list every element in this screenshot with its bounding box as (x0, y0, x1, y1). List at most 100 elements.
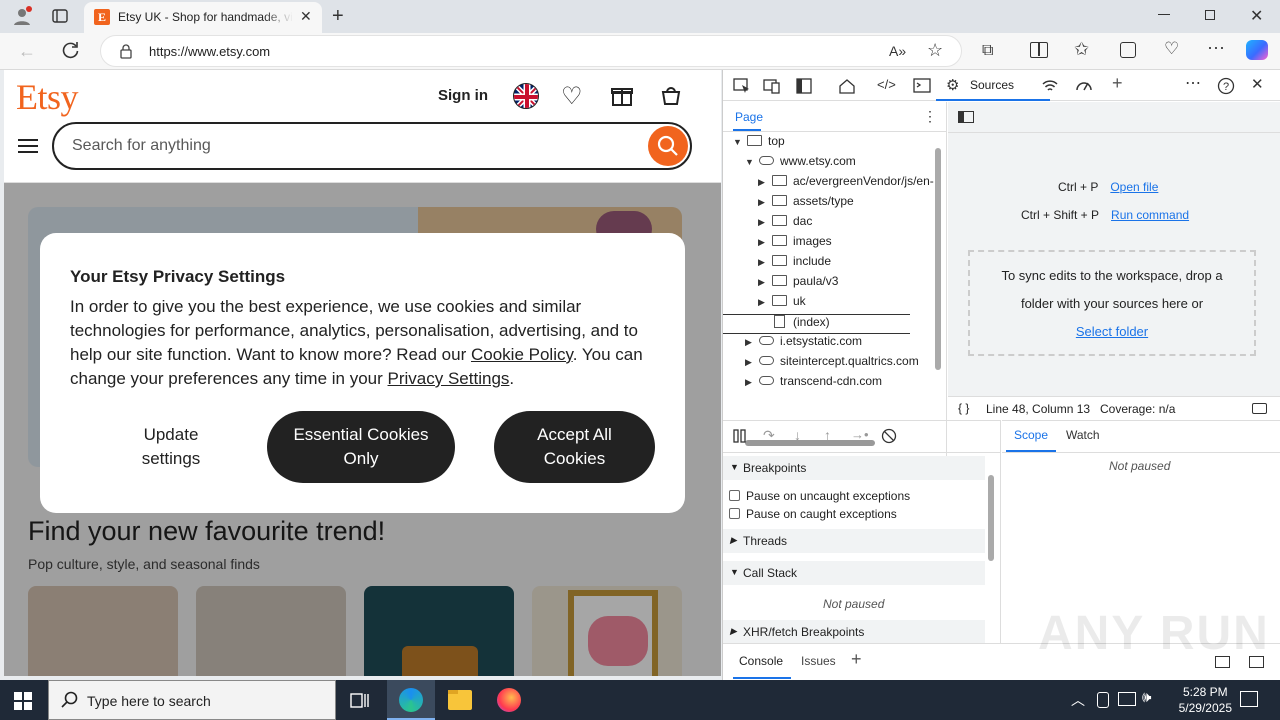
new-tab-button[interactable]: + (332, 5, 344, 28)
collapse-arrow-icon[interactable]: ▶ (758, 277, 770, 288)
notifications-icon[interactable] (1240, 691, 1258, 707)
step-over-icon[interactable]: ↷ (763, 427, 775, 444)
tab-issues[interactable]: Issues (801, 654, 836, 668)
restore-icon[interactable] (1205, 10, 1215, 20)
close-window-icon[interactable]: ✕ (1250, 6, 1263, 26)
browser-essentials-icon[interactable]: ♡ (1164, 39, 1179, 59)
expand-arrow-icon[interactable]: ▼ (733, 137, 745, 147)
favorite-star-icon[interactable]: ☆ (927, 40, 943, 61)
performance-icon[interactable] (1075, 77, 1093, 95)
favorites-icon[interactable]: ✩ (1074, 39, 1089, 60)
collapse-arrow-icon[interactable]: ▶ (758, 177, 770, 188)
pause-uncaught-checkbox[interactable]: Pause on uncaught exceptions (729, 489, 910, 503)
help-icon[interactable]: ? (1217, 77, 1235, 95)
step-out-icon[interactable]: ↑ (824, 427, 831, 443)
toggle-navigator-icon[interactable] (958, 111, 974, 123)
cart-icon[interactable] (660, 84, 682, 106)
tree-item[interactable]: ▶ paula/v3 (758, 274, 838, 294)
collapse-arrow-icon[interactable]: ▶ (758, 197, 770, 208)
collections-icon[interactable] (1120, 42, 1136, 58)
network-tray-icon[interactable] (1118, 692, 1136, 706)
inspect-element-icon[interactable] (733, 77, 751, 95)
more-tabs-plus-icon[interactable]: + (1112, 73, 1130, 93)
close-devtools-icon[interactable]: ✕ (1251, 75, 1269, 93)
tree-scrollbar[interactable] (935, 148, 941, 370)
start-windows-icon[interactable] (14, 692, 32, 710)
pause-caught-checkbox[interactable]: Pause on caught exceptions (729, 507, 897, 521)
hamburger-menu-icon[interactable] (18, 138, 38, 154)
breakpoints-section[interactable]: ▼ Breakpoints (723, 456, 985, 480)
tab-watch[interactable]: Watch (1066, 428, 1100, 442)
expand-arrow-icon[interactable]: ▼ (745, 157, 757, 167)
collapse-arrow-icon[interactable]: ▶ (745, 357, 757, 368)
console-tab-icon[interactable] (913, 77, 931, 95)
url-bar[interactable]: https://www.etsy.com A» ☆ (100, 35, 962, 67)
back-icon[interactable]: ← (18, 41, 36, 62)
file-explorer-icon[interactable] (448, 690, 472, 710)
pause-resume-icon[interactable] (733, 429, 747, 443)
extensions-icon[interactable]: ⧉ (982, 42, 993, 60)
copilot-icon[interactable] (1246, 40, 1268, 60)
gift-icon[interactable] (611, 84, 633, 106)
collapse-arrow-icon[interactable]: ▶ (745, 337, 757, 348)
refresh-icon[interactable] (62, 41, 80, 59)
pretty-print-button[interactable]: { } (958, 401, 969, 415)
threads-section[interactable]: ▶ Threads (723, 529, 985, 553)
dock-side-icon[interactable] (795, 77, 813, 95)
edge-taskbar-icon[interactable] (387, 680, 435, 720)
browser-tab-etsy[interactable]: E Etsy UK - Shop for handmade, vintage ✕ (84, 2, 322, 33)
run-command-link[interactable]: Run command (1111, 208, 1189, 222)
step-into-icon[interactable]: ↓ (794, 427, 801, 443)
tree-item[interactable]: ▶ images (758, 234, 832, 254)
essential-cookies-button[interactable]: Essential Cookies Only (267, 411, 455, 483)
read-aloud-icon[interactable]: A» (889, 43, 906, 59)
welcome-home-icon[interactable] (838, 77, 856, 95)
show-hidden-icons[interactable]: ︿ (1071, 690, 1085, 710)
tree-item[interactable]: ▶ include (758, 254, 831, 274)
tree-item[interactable]: (index) (723, 314, 910, 334)
tree-item[interactable]: ▶ assets/type (758, 194, 854, 214)
tree-item[interactable]: ▶ siteintercept.qualtrics.com (745, 354, 919, 374)
firefox-icon[interactable] (497, 688, 521, 712)
deactivate-breakpoints-icon[interactable] (881, 428, 897, 444)
sign-in-link[interactable]: Sign in (438, 87, 488, 104)
collapse-arrow-icon[interactable]: ▶ (758, 297, 770, 308)
xhr-breakpoints-section[interactable]: ▶ XHR/fetch Breakpoints (723, 620, 985, 644)
tree-item[interactable]: ▶ i.etsystatic.com (745, 334, 862, 354)
split-screen-icon[interactable] (1030, 42, 1048, 58)
tree-item[interactable]: ▶ dac (758, 214, 812, 234)
uk-flag-icon[interactable] (513, 83, 539, 109)
select-folder-link[interactable]: Select folder (1076, 324, 1148, 339)
update-settings-button[interactable]: Update settings (106, 411, 236, 483)
tree-item[interactable]: ▼ www.etsy.com (745, 154, 856, 174)
taskbar-search[interactable]: Type here to search (48, 680, 336, 720)
collapse-arrow-icon[interactable]: ▶ (758, 237, 770, 248)
open-file-link[interactable]: Open file (1110, 180, 1158, 194)
screenshot-icon[interactable] (1252, 403, 1267, 414)
tree-item[interactable]: ▶ transcend-cdn.com (745, 374, 882, 394)
tab-actions-icon[interactable] (52, 8, 68, 24)
tree-item[interactable]: ▶ uk (758, 294, 806, 314)
taskbar-search-input[interactable]: Type here to search (87, 693, 211, 709)
task-view-icon[interactable] (350, 691, 370, 709)
close-tab-icon[interactable]: ✕ (300, 8, 312, 25)
call-stack-section[interactable]: ▼ Call Stack (723, 561, 985, 585)
navigator-menu-icon[interactable]: ⋮ (923, 108, 937, 125)
profile-icon[interactable] (12, 6, 32, 26)
tab-console[interactable]: Console (739, 654, 783, 668)
collapse-arrow-icon[interactable]: ▶ (745, 377, 757, 388)
taskbar-clock[interactable]: 5:28 PM 5/29/2025 (1179, 684, 1232, 716)
device-emulation-icon[interactable] (763, 77, 781, 95)
search-button[interactable] (648, 126, 688, 166)
cookie-policy-link[interactable]: Cookie Policy (471, 345, 573, 364)
step-icon[interactable]: →• (851, 427, 869, 442)
devtools-menu-icon[interactable]: ⋯ (1185, 73, 1203, 92)
minimize-icon[interactable] (1158, 14, 1170, 15)
tab-sources[interactable]: ⚙ Sources (936, 70, 1050, 101)
search-bar[interactable]: Search for anything (52, 122, 692, 170)
privacy-settings-link[interactable]: Privacy Settings (388, 369, 510, 388)
etsy-logo[interactable]: Etsy (16, 76, 79, 118)
security-tray-icon[interactable] (1097, 692, 1109, 708)
search-input[interactable]: Search for anything (72, 137, 211, 155)
workspace-dropzone[interactable]: To sync edits to the workspace, drop a f… (968, 250, 1256, 356)
